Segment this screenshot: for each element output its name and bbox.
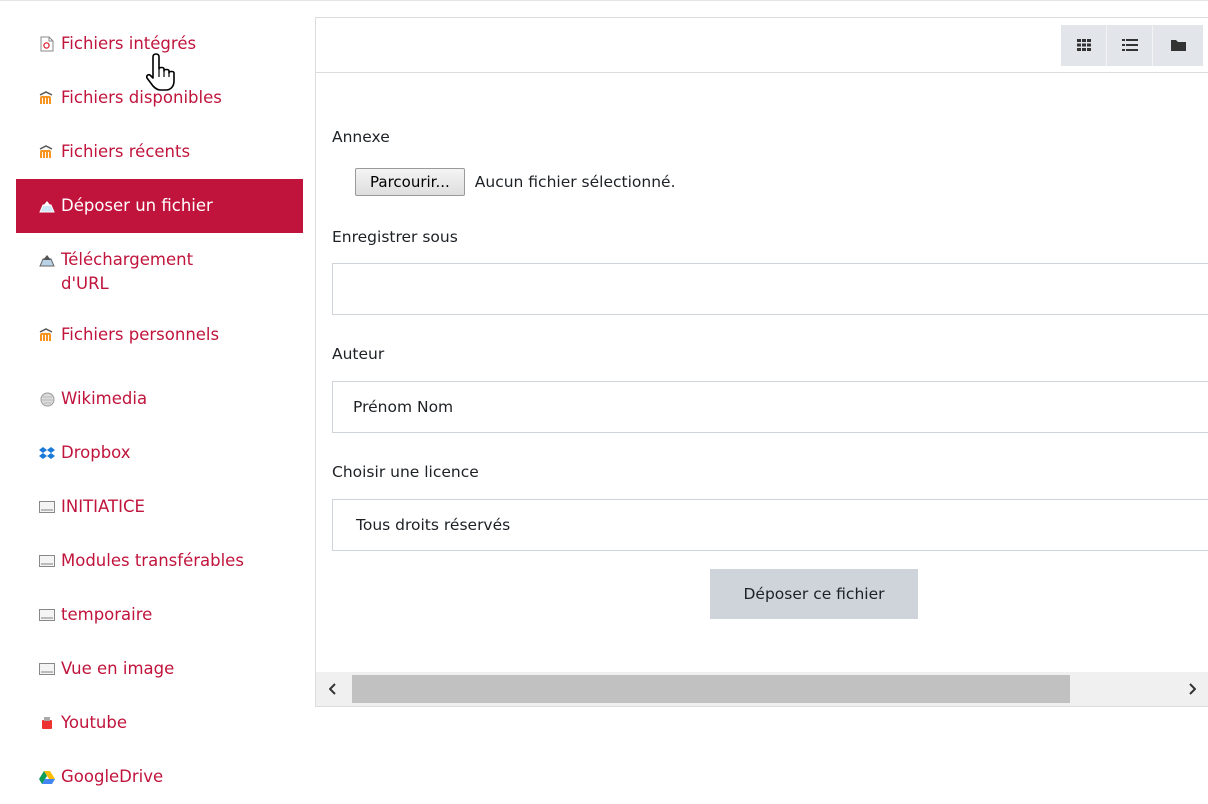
sidebar-item-label: Téléchargement d'URL <box>61 250 194 293</box>
sidebar-item-googledrive[interactable]: GoogleDrive <box>16 750 303 804</box>
sidebar-item-modules-transferables[interactable]: Modules transférables <box>16 534 303 588</box>
top-divider <box>0 0 1208 1</box>
youtube-icon <box>39 715 55 731</box>
save-as-label: Enregistrer sous <box>332 228 458 246</box>
file-picker-row: Parcourir... Aucun fichier sélectionné. <box>355 168 676 196</box>
repository-icon <box>39 661 55 677</box>
no-file-selected-text: Aucun fichier sélectionné. <box>474 173 676 191</box>
repository-sidebar: Fichiers intégrés Fichiers disponibles F… <box>16 17 303 804</box>
wikimedia-icon <box>39 391 55 407</box>
sidebar-item-label: temporaire <box>61 605 153 624</box>
author-label: Auteur <box>332 345 385 363</box>
sidebar-item-label: Déposer un fichier <box>61 196 213 215</box>
sidebar-item-vue-en-image[interactable]: Vue en image <box>16 642 303 696</box>
sidebar-item-fichiers-personnels[interactable]: Fichiers personnels <box>16 319 303 372</box>
scroll-left-button[interactable] <box>316 672 350 706</box>
folder-icon <box>1170 36 1186 55</box>
sidebar-item-dropbox[interactable]: Dropbox <box>16 426 303 480</box>
sidebar-item-fichiers-recents[interactable]: Fichiers récents <box>16 125 303 179</box>
sidebar-item-youtube[interactable]: Youtube <box>16 696 303 750</box>
license-select[interactable]: Tous droits réservés <box>332 499 1208 551</box>
repository-icon <box>39 607 55 623</box>
repository-icon <box>39 499 55 515</box>
list-view-button[interactable] <box>1107 25 1153 66</box>
sidebar-item-label: Youtube <box>61 713 127 732</box>
icon-view-button[interactable] <box>1061 25 1107 66</box>
sidebar-item-telechargement-url[interactable]: Téléchargement d'URL <box>16 233 303 319</box>
author-input[interactable]: Prénom Nom <box>332 381 1208 433</box>
hand-cursor-icon <box>145 52 180 96</box>
tree-view-button[interactable] <box>1153 25 1203 66</box>
upload-file-button[interactable]: Déposer ce fichier <box>710 569 918 619</box>
chevron-right-icon <box>1188 680 1197 699</box>
sidebar-item-label: Fichiers récents <box>61 142 191 161</box>
sidebar-item-label: INITIATICE <box>61 497 145 516</box>
sidebar-item-label: Fichiers disponibles <box>61 88 222 107</box>
upload-icon <box>39 198 55 214</box>
list-icon <box>1121 36 1138 55</box>
grid-icon <box>1076 36 1091 55</box>
moodle-icon <box>39 90 55 106</box>
scrollbar-thumb[interactable] <box>352 675 1070 703</box>
google-drive-icon <box>39 769 55 785</box>
sidebar-item-label: Wikimedia <box>61 389 148 408</box>
browse-button[interactable]: Parcourir... <box>355 168 465 196</box>
moodle-icon <box>39 144 55 160</box>
url-download-icon <box>39 252 55 268</box>
dropbox-icon <box>39 445 55 461</box>
upload-panel: Annexe Parcourir... Aucun fichier sélect… <box>315 17 1208 707</box>
attachment-label: Annexe <box>332 128 390 146</box>
sidebar-item-wikimedia[interactable]: Wikimedia <box>16 372 303 426</box>
sidebar-item-label: Fichiers personnels <box>61 325 220 344</box>
sidebar-item-temporaire[interactable]: temporaire <box>16 588 303 642</box>
chevron-left-icon <box>328 680 337 699</box>
view-toolbar <box>316 18 1208 73</box>
view-switcher <box>1061 25 1203 66</box>
scroll-right-button[interactable] <box>1175 672 1208 706</box>
sidebar-item-deposer-un-fichier[interactable]: Déposer un fichier <box>16 179 303 233</box>
sidebar-item-label: Dropbox <box>61 443 131 462</box>
repository-icon <box>39 553 55 569</box>
sidebar-item-label: GoogleDrive <box>61 767 164 786</box>
sidebar-item-initiatice[interactable]: INITIATICE <box>16 480 303 534</box>
moodle-icon <box>39 327 55 343</box>
horizontal-scrollbar[interactable] <box>316 672 1208 706</box>
file-icon <box>39 36 55 52</box>
sidebar-item-label: Modules transférables <box>61 551 244 570</box>
license-label: Choisir une licence <box>332 463 479 481</box>
save-as-input[interactable] <box>332 263 1208 315</box>
sidebar-item-label: Vue en image <box>61 659 175 678</box>
